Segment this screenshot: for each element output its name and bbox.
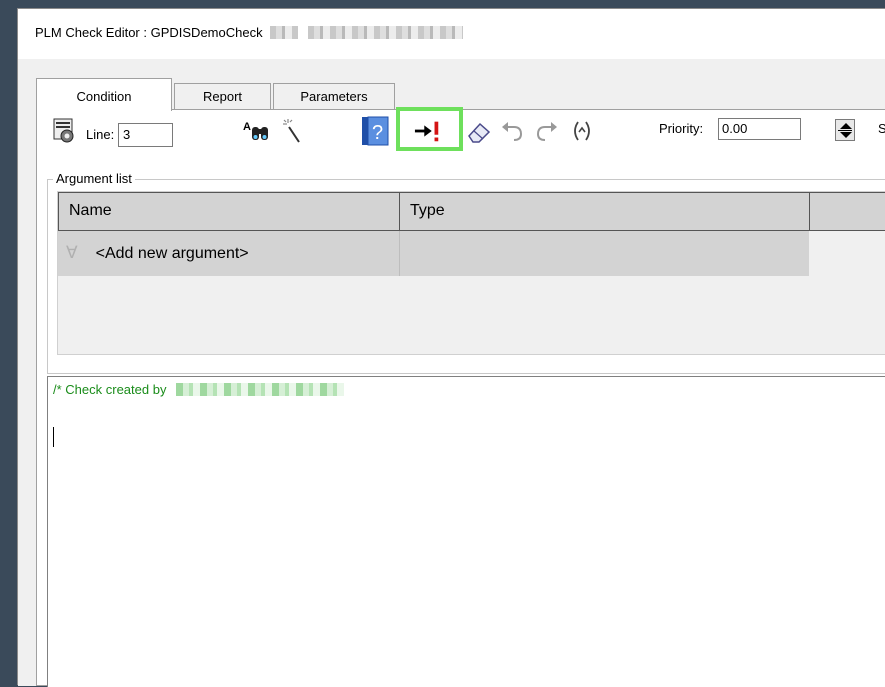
priority-label: Priority: [659, 121, 704, 136]
text-caret [53, 427, 54, 447]
spin-divider [838, 130, 852, 131]
spin-up-icon[interactable] [840, 123, 852, 129]
tab-parameters[interactable]: Parameters [273, 83, 395, 110]
argument-list-label: Argument list [53, 171, 135, 186]
help-icon: ? [362, 116, 389, 146]
argument-type-cell[interactable] [399, 231, 809, 276]
redo-button[interactable] [533, 116, 561, 146]
column-header-extra[interactable] [809, 192, 885, 231]
plm-check-editor-window: PLM Check Editor : GPDISDemoCheck Condit… [17, 8, 885, 687]
toolbar: Line: 3 A ? Priority: 0.00 S [37, 107, 885, 166]
column-header-name[interactable]: Name [58, 192, 400, 231]
line-number-input[interactable]: 3 [118, 123, 173, 147]
tab-report[interactable]: Report [174, 83, 271, 110]
eraser-icon [468, 122, 491, 143]
title-bar: PLM Check Editor : GPDISDemoCheck [18, 9, 885, 59]
svg-text:A: A [243, 121, 251, 133]
spin-down-icon[interactable] [840, 132, 852, 138]
column-header-type[interactable]: Type [399, 192, 810, 231]
code-comment: /* Check created by [53, 382, 345, 397]
undo-button[interactable] [498, 116, 526, 146]
window-title-text: PLM Check Editor : GPDISDemoCheck [35, 25, 263, 40]
add-new-argument-cell[interactable]: <Add new argument> [96, 245, 249, 262]
redacted-text [270, 26, 299, 39]
condition-code-editor[interactable]: /* Check created by [47, 376, 885, 687]
redo-icon [536, 122, 557, 141]
settings-icon [53, 118, 74, 143]
settings-button[interactable] [50, 116, 78, 146]
highlight-box [396, 107, 463, 151]
brackets-button[interactable] [568, 116, 596, 146]
tab-condition[interactable]: Condition [36, 78, 172, 111]
wand-button[interactable] [279, 116, 307, 146]
brackets-icon [574, 121, 590, 141]
wand-icon [283, 119, 300, 143]
help-button[interactable]: ? [361, 116, 389, 146]
line-label: Line: [86, 127, 115, 142]
priority-input[interactable]: 0.00 [718, 118, 801, 140]
truncated-label: S [878, 121, 885, 136]
argument-grid: Name Type ∀ <Add new argument> [57, 191, 885, 355]
argument-list-group: Argument list Name Type ∀ <Add new argume… [47, 171, 885, 374]
eraser-button[interactable] [465, 116, 493, 146]
undo-icon [502, 122, 523, 141]
svg-text:?: ? [372, 122, 383, 144]
editor-client-area: Condition Report Parameters Line: 3 A ? … [18, 59, 885, 687]
priority-spinner[interactable] [835, 119, 855, 141]
find-button[interactable]: A [243, 116, 271, 146]
table-row[interactable]: ∀ <Add new argument> [58, 231, 399, 276]
comment-text: /* Check created by [53, 382, 167, 397]
find-icon: A [243, 121, 268, 140]
condition-panel: Line: 3 A ? Priority: 0.00 S Argument li… [36, 107, 885, 687]
redacted-text [307, 26, 463, 39]
forall-icon: ∀ [66, 243, 78, 262]
redacted-text [176, 383, 345, 396]
window-title: PLM Check Editor : GPDISDemoCheck [35, 25, 463, 40]
